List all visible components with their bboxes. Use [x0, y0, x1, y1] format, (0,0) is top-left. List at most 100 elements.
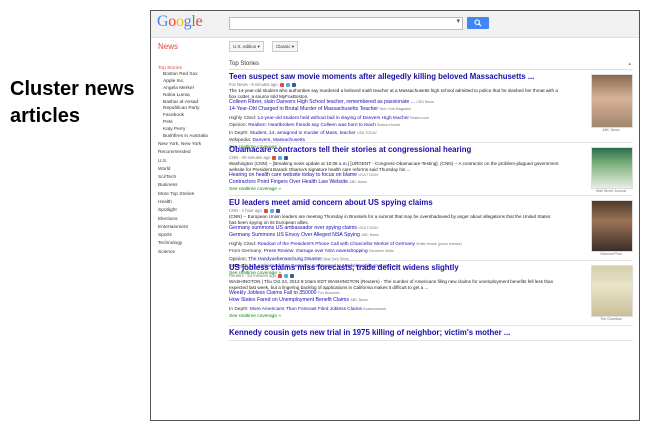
- related-publisher: CBS News: [416, 100, 434, 105]
- sidebar-item[interactable]: World: [158, 166, 224, 174]
- story-title-link[interactable]: EU leaders meet amid concern about US sp…: [229, 196, 565, 208]
- related-article-link[interactable]: Colleen Ritzer, slain Danvers High Schoo…: [229, 99, 416, 105]
- story-snippet: Washington (CNN) -- [Breaking news updat…: [229, 161, 559, 172]
- g-plus-icon[interactable]: [272, 155, 277, 160]
- related-article-link[interactable]: How States Fared on Unemployment Benefit…: [229, 297, 350, 303]
- story-source-text: CNN - 40 minutes ago: [229, 155, 271, 160]
- related-article[interactable]: Hearing on health care website today to …: [229, 172, 565, 179]
- realtime-coverage-link[interactable]: See realtime coverage »: [229, 313, 565, 321]
- related-article[interactable]: Weekly Jobless Claims Fall to 350000 Fox…: [229, 290, 565, 297]
- extra-publisher: Deutsche Welle: [368, 249, 395, 254]
- top-stories-heading: Top Stories ▴: [229, 59, 633, 70]
- extra-link[interactable]: Readout of the President's Phone Call wi…: [258, 242, 417, 247]
- story-thumbnail[interactable]: ABC News: [591, 74, 633, 133]
- view-select[interactable]: Classic ▾: [272, 41, 299, 52]
- sidebar-item[interactable]: More Top Stories: [158, 191, 224, 199]
- story-snippet: WASHINGTON | Thu Oct 24, 2013 9:10am EDT…: [229, 279, 554, 290]
- sidebar-item[interactable]: Entertainment: [158, 224, 224, 232]
- extra-coverage: Highly Cited: 14-year-old student held w…: [229, 115, 565, 122]
- facebook-icon[interactable]: [275, 208, 280, 213]
- story-snippet: The 14-year-old student who authorities …: [229, 88, 558, 99]
- extra-link[interactable]: 14-year-old student held without bail in…: [258, 116, 411, 121]
- sidebar-item[interactable]: Top Stories: [158, 65, 224, 72]
- story-title-link[interactable]: Kennedy cousin gets new trial in 1975 ki…: [229, 326, 565, 338]
- twitter-icon[interactable]: [284, 273, 289, 278]
- g-plus-icon[interactable]: [278, 273, 283, 278]
- g-plus-icon[interactable]: [279, 82, 284, 87]
- extra-link[interactable]: Realism: Heartbroken friends say Colleen…: [248, 123, 377, 128]
- thumbnail-image[interactable]: [591, 74, 633, 128]
- story-title-link[interactable]: Obamacare contractors tell their stories…: [229, 143, 565, 155]
- sidebar-item[interactable]: Health: [158, 199, 224, 207]
- related-article[interactable]: Contractors Point Fingers Over Health La…: [229, 179, 565, 186]
- sidebar-item[interactable]: Sports: [158, 232, 224, 240]
- logo-letter: o: [168, 13, 176, 30]
- sidebar-item[interactable]: Elections: [158, 216, 224, 224]
- related-article[interactable]: Germany Summons US Envoy Over Alleged NS…: [229, 232, 565, 239]
- sidebar-item[interactable]: Recommended: [158, 149, 224, 157]
- thumbnail-image[interactable]: [591, 200, 633, 252]
- story-title-link[interactable]: US jobless claims miss forecasts, trade …: [229, 261, 565, 273]
- related-article-link[interactable]: Germany summons US ambassador over spyin…: [229, 225, 358, 231]
- caption-line-2: articles: [10, 105, 81, 127]
- collapse-icon[interactable]: ▴: [628, 59, 631, 69]
- sidebar-item[interactable]: U.S.: [158, 158, 224, 166]
- related-publisher: Fox Business: [318, 291, 340, 296]
- story-thumbnail[interactable]: Wall Street Journal: [591, 147, 633, 194]
- sidebar-item[interactable]: Katy Perry: [158, 127, 224, 134]
- thumbnail-image[interactable]: [591, 147, 633, 189]
- sidebar-item[interactable]: Bushfires in Australia: [158, 134, 224, 141]
- google-logo[interactable]: Google: [157, 13, 203, 31]
- story-thumbnail[interactable]: National Post: [591, 200, 633, 257]
- thumbnail-caption: The Guardian: [600, 317, 622, 321]
- news-story: Teen suspect saw movie moments after all…: [229, 70, 633, 150]
- twitter-icon[interactable]: [278, 155, 283, 160]
- related-article[interactable]: 14-Year-Old Charged in Brutal Murder of …: [229, 106, 565, 113]
- thumbnail-image[interactable]: [591, 265, 633, 317]
- related-article[interactable]: How States Fared on Unemployment Benefit…: [229, 297, 565, 304]
- related-publisher: ABC News: [350, 297, 368, 302]
- extra-label: In Depth:: [229, 306, 250, 312]
- extra-link[interactable]: Press Review: Outrage over NSA eavesdrop…: [264, 249, 369, 254]
- twitter-icon[interactable]: [285, 82, 290, 87]
- related-article-link[interactable]: Germany Summons US Envoy Over Alleged NS…: [229, 232, 361, 238]
- search-dropdown-icon[interactable]: ▾: [456, 17, 460, 25]
- related-article[interactable]: Germany summons US ambassador over spyin…: [229, 225, 565, 232]
- realtime-coverage-link[interactable]: See realtime coverage »: [229, 186, 565, 194]
- twitter-icon[interactable]: [269, 208, 274, 213]
- story-title-link[interactable]: Teen suspect saw movie moments after all…: [229, 70, 565, 82]
- sidebar-item[interactable]: Science: [158, 249, 224, 257]
- sidebar-item[interactable]: Angela Merkel: [158, 86, 224, 93]
- sidebar-item[interactable]: Spotlight: [158, 207, 224, 215]
- logo-letter: o: [175, 13, 184, 30]
- extra-link[interactable]: Student, 14, arraigned in murder of Mass…: [250, 131, 357, 136]
- facebook-icon[interactable]: [284, 155, 289, 160]
- sidebar-item[interactable]: Boston Red Sox: [158, 72, 224, 79]
- caption-line-1: Cluster news: [10, 78, 135, 100]
- sidebar-item[interactable]: New York, New York: [158, 141, 224, 149]
- news-section-label: News: [158, 42, 179, 51]
- related-article-link[interactable]: Weekly Jobless Claims Fall to 350000: [229, 290, 318, 296]
- related-article-link[interactable]: Hearing on health care website today to …: [229, 172, 358, 178]
- sidebar-item[interactable]: Apple Inc.: [158, 79, 224, 86]
- sidebar-item[interactable]: Business: [158, 182, 224, 190]
- extra-link[interactable]: More Americans Than Forecast Filed Joble…: [250, 307, 363, 312]
- related-article-link[interactable]: 14-Year-Old Charged in Brutal Murder of …: [229, 106, 380, 112]
- facebook-icon[interactable]: [290, 273, 295, 278]
- main-content: Top Stories ▴ Teen suspect saw movie mom…: [229, 59, 633, 341]
- sidebar-item[interactable]: Nokia Lumia: [158, 93, 224, 100]
- sidebar-item[interactable]: Sci/Tech: [158, 174, 224, 182]
- related-article-link[interactable]: Contractors Point Fingers Over Health La…: [229, 179, 349, 185]
- related-article[interactable]: Colleen Ritzer, slain Danvers High Schoo…: [229, 99, 565, 106]
- search-input[interactable]: ▾: [229, 17, 463, 30]
- edition-select[interactable]: U.S. edition ▾: [229, 41, 264, 52]
- sidebar-item[interactable]: Technology: [158, 240, 224, 248]
- news-story: Kennedy cousin gets new trial in 1975 ki…: [229, 326, 633, 341]
- g-plus-icon[interactable]: [263, 208, 268, 213]
- top-stories-title: Top Stories: [229, 61, 260, 67]
- extra-coverage: In Depth: Student, 14, arraigned in murd…: [229, 130, 565, 137]
- story-content: Obamacare contractors tell their stories…: [229, 143, 565, 194]
- story-thumbnail[interactable]: The Guardian: [591, 265, 633, 322]
- search-button[interactable]: [467, 17, 489, 29]
- facebook-icon[interactable]: [291, 82, 296, 87]
